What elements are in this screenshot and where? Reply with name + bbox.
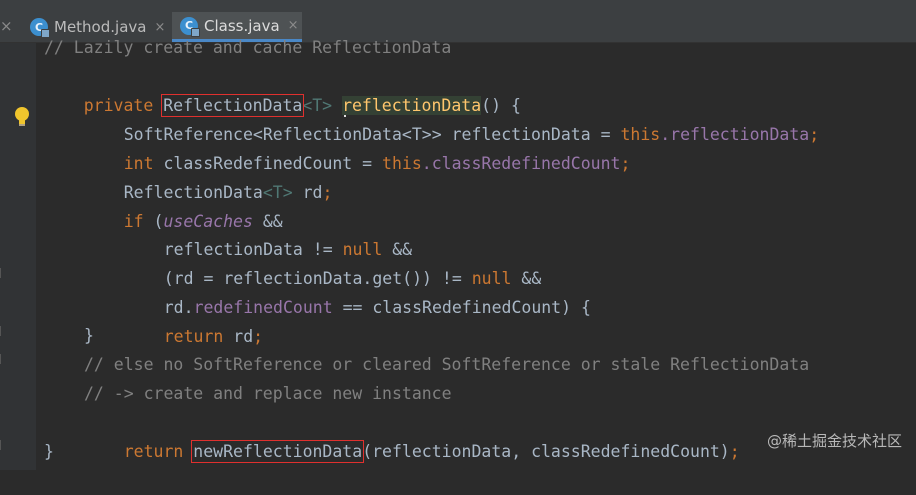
watermark: @稀土掘金技术社区 <box>766 432 902 450</box>
method-call-highlight: newReflectionData <box>191 440 365 463</box>
field-ref: .reflectionData <box>660 125 810 144</box>
keyword: return <box>163 327 224 346</box>
code-editor[interactable]: // Lazily create and cache ReflectionDat… <box>36 38 916 470</box>
code-text: rd <box>223 327 254 346</box>
fold-marker[interactable] <box>0 440 7 450</box>
code-comment: // Lazily create and cache ReflectionDat… <box>44 38 452 57</box>
semicolon: ; <box>809 125 820 144</box>
code-line: if (useCaches && <box>84 178 283 231</box>
code-line-method-signature: private ReflectionData<T> reflectionData… <box>44 62 521 117</box>
tab-label: Class.java <box>204 16 280 35</box>
code-text: rd <box>292 183 323 202</box>
field-ref: .classRedefinedCount <box>421 154 621 173</box>
class-file-icon: C <box>180 16 200 37</box>
semicolon: ; <box>620 154 631 173</box>
code-line: int classRedefinedCount = this.classRede… <box>84 120 631 173</box>
code-comment: // -> create and replace new instance <box>84 384 452 403</box>
fold-marker[interactable] <box>0 268 7 278</box>
code-line: SoftReference<ReflectionData<T>> reflect… <box>84 91 819 144</box>
code-line: return newReflectionData(reflectionData,… <box>84 408 740 463</box>
fold-marker[interactable] <box>0 354 7 364</box>
close-icon[interactable]: × <box>288 18 299 33</box>
top-toolbar-strip <box>0 0 916 12</box>
code-line: ReflectionData<T> rd; <box>84 149 333 202</box>
code-line: (rd = reflectionData.get()) != null && <box>124 235 542 288</box>
keyword: this <box>382 154 422 173</box>
fold-marker[interactable] <box>0 326 7 336</box>
code-brace: } <box>84 326 94 345</box>
code-line: rd.redefinedCount == classRedefinedCount… <box>124 264 591 317</box>
semicolon: ; <box>253 327 264 346</box>
lightbulb-icon[interactable] <box>13 105 31 129</box>
keyword: return <box>123 442 184 461</box>
code-comment: // else no SoftReference or cleared Soft… <box>84 355 810 374</box>
semicolon: ; <box>729 442 740 461</box>
code-line: return rd; <box>124 293 263 346</box>
close-icon[interactable]: × <box>0 17 16 37</box>
code-text: == classRedefinedCount) { <box>332 298 591 317</box>
code-brace: } <box>44 442 54 461</box>
editor-gutter <box>0 43 36 470</box>
code-line: reflectionData != null && <box>124 206 412 259</box>
code-text: (reflectionData, classRedefinedCount) <box>362 442 730 461</box>
semicolon: ; <box>322 183 333 202</box>
